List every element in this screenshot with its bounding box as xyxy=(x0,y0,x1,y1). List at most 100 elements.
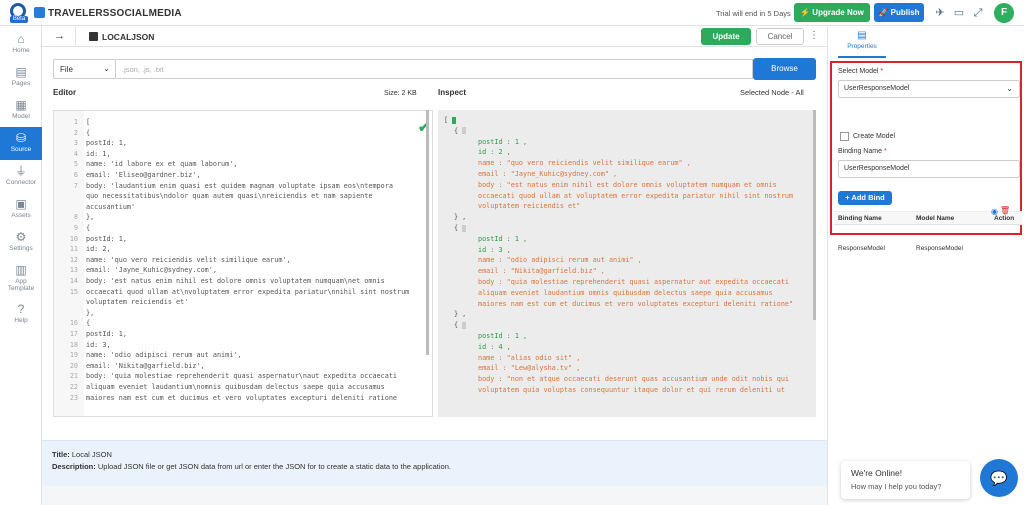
json-inspect-panel[interactable]: [ { postId : 1 , id : 2 , name : "quo vero… xyxy=(438,110,816,417)
editor-label: Editor xyxy=(53,88,77,97)
source-type-value: File xyxy=(60,65,73,74)
left-nav: ⌂ Home ▤ Pages ▦ Model ⛁ Source ⏚ Connector ▣ Asset… xyxy=(0,26,42,505)
sidebar-item-label: Home xyxy=(12,47,30,54)
url-input[interactable]: .json, .js, .txt xyxy=(116,59,753,79)
top-bar: Beta TRAVELERSSOCIALMEDIA Trial will end… xyxy=(0,0,1024,26)
update-button[interactable]: Update xyxy=(701,28,751,45)
code-text: name: 'quo vero reiciendis velit similiq… xyxy=(86,255,291,264)
inspect-line: { xyxy=(454,223,467,233)
inspect-line: } , xyxy=(454,212,466,222)
sidebar-item-model[interactable]: ▦ Model xyxy=(0,94,42,127)
select-model-dropdown[interactable]: UserResponseModel ⌄ xyxy=(838,80,1020,98)
sidebar-item-connector[interactable]: ⏚ Connector xyxy=(0,160,42,193)
trial-notice: Trial will end in 5 Days xyxy=(716,9,791,18)
tab-properties[interactable]: ▤ Properties xyxy=(838,26,886,58)
line-number: 13 xyxy=(69,266,78,275)
home-icon: ⌂ xyxy=(17,32,25,46)
chat-greeting[interactable]: We're Online! How may I help you today? xyxy=(841,461,970,499)
collapse-toggle-icon[interactable] xyxy=(462,321,467,329)
sidebar-item-app-template[interactable]: ▥ App Template xyxy=(0,259,42,297)
trash-icon[interactable]: 🗑 xyxy=(1000,206,1010,215)
inspect-line: postId : 1 , xyxy=(478,137,527,147)
sidebar-item-label: Source xyxy=(10,146,32,153)
col-action: Action xyxy=(994,215,1015,222)
line-number: 15 xyxy=(69,287,78,296)
page-title: LOCALJSON xyxy=(102,32,155,42)
header-divider xyxy=(75,26,76,47)
inspect-text: name : "alias odio sit" , xyxy=(478,353,581,362)
code-text: body: 'quia molestiae reprehenderit quas… xyxy=(86,372,397,381)
chat-bubble-icon: 💬 xyxy=(990,470,1008,486)
plug-icon: ⏚ xyxy=(14,164,27,178)
sidebar-item-label: Assets xyxy=(11,212,31,219)
code-text: aliquam eveniet laudantium\nomnis quibus… xyxy=(86,383,385,391)
back-arrow-icon[interactable]: → xyxy=(54,30,65,42)
add-bind-button[interactable]: + Add Bind xyxy=(838,191,892,205)
inspect-text: body : "est natus enim nihil est dolore … xyxy=(478,180,777,189)
sidebar-item-home[interactable]: ⌂ Home xyxy=(0,28,42,61)
expand-icon[interactable]: ⤢ xyxy=(972,7,984,19)
line-number: 12 xyxy=(69,255,78,264)
sidebar-item-assets[interactable]: ▣ Assets xyxy=(0,193,42,226)
collapse-toggle-icon[interactable] xyxy=(462,127,467,135)
source-type-select[interactable]: File ⌄ xyxy=(53,59,116,79)
avatar[interactable]: F xyxy=(994,3,1014,23)
binding-name-label: Binding Name * xyxy=(838,148,887,155)
sidebar-item-label: Template xyxy=(7,285,35,292)
inspect-line: maiores nam est cum et ducimus et vero v… xyxy=(478,299,793,309)
inspect-text: postId : 1 , xyxy=(478,234,528,243)
inspect-text: id : 2 , xyxy=(478,148,511,157)
line-number: 6 xyxy=(73,171,78,179)
gear-icon: ⚙ xyxy=(15,230,27,244)
chevron-down-icon: ⌄ xyxy=(103,64,110,73)
browse-button[interactable]: Browse xyxy=(753,58,816,80)
line-number: 3 xyxy=(73,139,78,148)
inspect-line: body : "est natus enim nihil est dolore … xyxy=(478,180,777,190)
upgrade-button[interactable]: ⚡ Upgrade Now xyxy=(794,3,870,22)
sidebar-item-pages[interactable]: ▤ Pages xyxy=(0,61,42,94)
binding-name-input[interactable]: UserResponseModel xyxy=(838,160,1020,178)
source-editor-area: File ⌄ .json, .js, .txt Browse Editor Si… xyxy=(42,47,827,440)
create-model-checkbox[interactable] xyxy=(840,132,849,141)
app-logo[interactable]: Beta xyxy=(8,3,30,23)
code-text: postId: 1, xyxy=(86,139,127,148)
code-text: { xyxy=(86,319,91,328)
footer-description-label: Description: xyxy=(52,462,96,471)
rocket-icon[interactable]: ✈ xyxy=(934,7,946,19)
line-number: 21 xyxy=(69,372,78,381)
collapse-toggle-icon[interactable] xyxy=(462,224,467,232)
chat-greeting-subtitle: How may I help you today? xyxy=(851,482,942,491)
sidebar-item-label: Settings xyxy=(9,245,33,252)
inspect-text: id : 4 , xyxy=(478,342,511,351)
inspect-line: id : 3 , xyxy=(478,245,511,255)
info-footer: Title: Local JSON Description: Upload JS… xyxy=(42,440,827,486)
inspect-scrollbar[interactable] xyxy=(813,110,816,320)
inspect-text: occaecati quod ullam at voluptatem error… xyxy=(478,191,794,200)
inspect-line: } , xyxy=(454,309,466,319)
code-text: }, xyxy=(86,308,95,317)
editor-scrollbar[interactable] xyxy=(426,110,429,355)
more-options-icon[interactable]: ⋮ xyxy=(809,30,819,41)
code-text: name: 'id labore ex et quam laborum', xyxy=(86,160,238,169)
line-number: 2 xyxy=(73,128,78,137)
sidebar-item-help[interactable]: ? Help xyxy=(0,298,42,331)
app-name: TRAVELERSSOCIALMEDIA xyxy=(48,8,182,19)
eye-icon[interactable]: ◉ xyxy=(991,207,998,216)
code-text: { xyxy=(86,128,91,137)
code-text: id: 1, xyxy=(86,149,111,158)
cancel-button[interactable]: Cancel xyxy=(756,28,804,45)
row-binding-name: ResponseModel xyxy=(838,245,885,252)
sidebar-item-settings[interactable]: ⚙ Settings xyxy=(0,226,42,259)
chat-icon[interactable]: ▭ xyxy=(953,7,965,19)
inspect-text: name : "odio adipisci rerum aut animi" , xyxy=(478,256,642,265)
json-editor[interactable]: ✔ 1[2 {3 postId: 1, 4 id: 1, 5 name: 'id l… xyxy=(53,110,433,417)
code-text: email: 'Jayne_Kuhic@sydney.com', xyxy=(86,266,217,275)
inspect-line: { xyxy=(454,126,467,136)
inspect-line: postId : 1 , xyxy=(478,234,527,244)
sidebar-item-label: Model xyxy=(12,113,30,120)
collapse-toggle-icon[interactable] xyxy=(452,116,457,124)
chat-launcher-button[interactable]: 💬 xyxy=(980,459,1018,497)
inspect-line: body : "quia molestiae reprehenderit qua… xyxy=(478,277,789,287)
sidebar-item-source[interactable]: ⛁ Source xyxy=(0,127,42,160)
publish-button[interactable]: 🚀 Publish xyxy=(874,3,924,22)
